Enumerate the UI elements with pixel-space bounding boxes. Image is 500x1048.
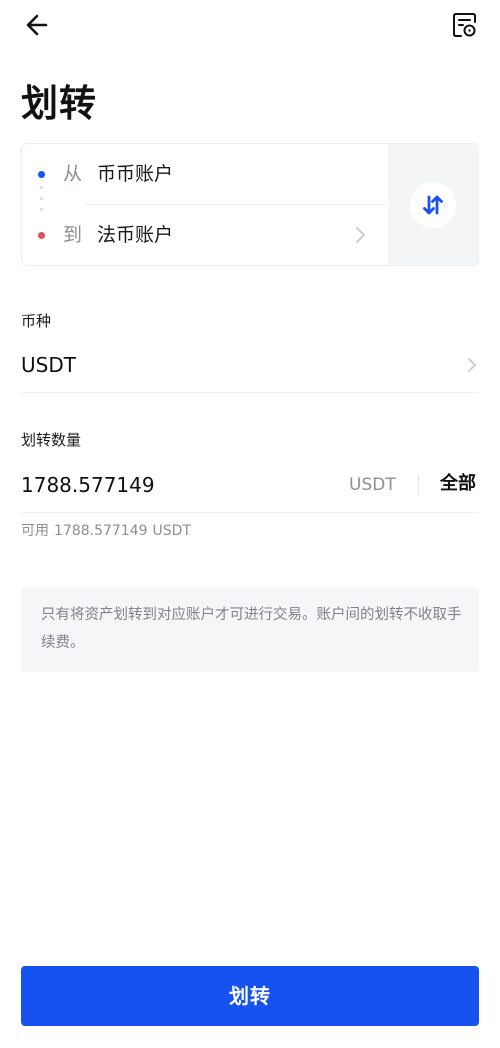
swap-vertical-arrows-icon — [423, 195, 443, 215]
from-account-name: 币币账户 — [97, 163, 174, 185]
amount-divider — [21, 512, 479, 513]
transfer-submit-button[interactable]: 划转 — [21, 966, 479, 1026]
available-unit: USDT — [152, 523, 191, 539]
to-prefix-label: 到 — [63, 224, 83, 246]
coin-label: 币种 — [21, 312, 52, 330]
submit-button-label: 划转 — [229, 984, 271, 1008]
arrow-left-icon — [26, 14, 48, 36]
transfer-all-button[interactable]: 全部 — [440, 471, 476, 497]
transfer-account-card: 从 币币账户 到 法币账户 — [21, 143, 479, 266]
amount-unit: USDT — [349, 475, 396, 495]
coin-selector[interactable]: USDT — [21, 346, 479, 392]
available-balance: 可用 1788.577149 USDT — [21, 520, 191, 542]
top-bar — [0, 0, 500, 52]
from-account-row[interactable]: 从 币币账户 — [22, 144, 388, 204]
unit-separator — [418, 474, 419, 496]
transfer-records-button[interactable] — [450, 10, 480, 40]
available-value: 1788.577149 — [54, 523, 148, 539]
swap-accounts-button[interactable] — [410, 182, 456, 228]
to-account-row[interactable]: 到 法币账户 — [22, 205, 388, 265]
chevron-right-icon — [356, 227, 365, 243]
amount-label: 划转数量 — [21, 431, 82, 449]
coin-value: USDT — [21, 353, 76, 377]
coin-divider — [21, 392, 479, 393]
chevron-right-icon — [468, 358, 476, 372]
to-dot-indicator — [38, 232, 45, 239]
back-button[interactable] — [22, 10, 56, 40]
notice-text: 只有将资产划转到对应账户才可进行交易。账户间的划转不收取手续费。 — [41, 607, 462, 651]
page-title: 划转 — [21, 82, 97, 125]
from-dot-indicator — [38, 171, 45, 178]
amount-input[interactable]: 1788.577149 — [21, 469, 321, 501]
swap-panel — [388, 144, 478, 265]
notice-box: 只有将资产划转到对应账户才可进行交易。账户间的划转不收取手续费。 — [21, 587, 479, 672]
available-label: 可用 — [21, 523, 49, 539]
to-account-name: 法币账户 — [97, 224, 174, 246]
from-prefix-label: 从 — [63, 163, 83, 185]
transfer-record-icon — [453, 13, 476, 37]
